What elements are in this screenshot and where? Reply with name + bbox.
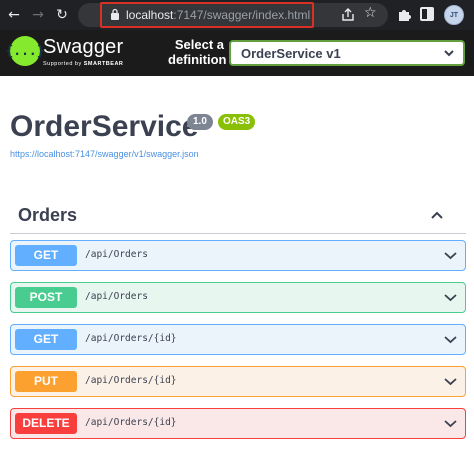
operation-get-order-by-id[interactable]: GET /api/Orders/{id}	[10, 324, 466, 355]
browser-toolbar: ← → ↻ localhost:7147/swagger/index.html …	[0, 0, 474, 30]
brand-name[interactable]: Swagger	[43, 36, 123, 59]
side-panel-icon[interactable]	[420, 7, 434, 21]
method-badge: GET	[15, 245, 77, 266]
definition-select[interactable]: OrderService v1	[229, 40, 465, 66]
chevron-down-icon[interactable]	[444, 419, 457, 428]
swagger-logo-icon[interactable]: {...}	[5, 36, 45, 66]
operation-delete-order[interactable]: DELETE /api/Orders/{id}	[10, 408, 466, 439]
chevron-down-icon[interactable]	[444, 335, 457, 344]
version-badge: 1.0	[187, 114, 213, 130]
operation-path: /api/Orders/{id}	[85, 417, 177, 428]
method-badge: GET	[15, 329, 77, 350]
spec-json-link[interactable]: https://localhost:7147/swagger/v1/swagge…	[10, 149, 199, 159]
chevron-down-icon[interactable]	[444, 377, 457, 386]
method-badge: PUT	[15, 371, 77, 392]
url-highlight-annotation	[100, 2, 314, 28]
extensions-icon[interactable]	[396, 7, 412, 23]
brand-sub-prefix: Supported by	[43, 61, 84, 67]
operation-post-orders[interactable]: POST /api/Orders	[10, 282, 466, 313]
share-icon[interactable]	[340, 7, 356, 23]
operation-put-order[interactable]: PUT /api/Orders/{id}	[10, 366, 466, 397]
brand-sub-company: SMARTBEAR	[83, 61, 124, 67]
method-badge: DELETE	[15, 413, 77, 434]
operation-path: /api/Orders	[85, 291, 148, 302]
star-icon[interactable]: ☆	[364, 5, 377, 21]
operation-path: /api/Orders	[85, 249, 148, 260]
section-divider	[10, 233, 466, 234]
profile-avatar[interactable]: JT	[444, 5, 464, 25]
back-arrow-icon[interactable]: ←	[4, 5, 24, 25]
chevron-down-icon	[444, 50, 454, 57]
section-title-orders[interactable]: Orders	[18, 205, 77, 226]
swagger-topbar: {...} Swagger Supported by SMARTBEAR Sel…	[0, 30, 474, 76]
chevron-down-icon[interactable]	[444, 293, 457, 302]
select-definition-label: Select a definition	[168, 37, 227, 67]
page-title: OrderService	[10, 110, 199, 143]
operation-get-orders[interactable]: GET /api/Orders	[10, 240, 466, 271]
brand-subtitle: Supported by SMARTBEAR	[43, 61, 123, 67]
method-badge: POST	[15, 287, 77, 308]
chevron-up-icon[interactable]	[430, 210, 444, 220]
reload-icon[interactable]: ↻	[52, 5, 72, 25]
oas-badge: OAS3	[218, 114, 256, 130]
operation-path: /api/Orders/{id}	[85, 333, 177, 344]
operation-path: /api/Orders/{id}	[85, 375, 177, 386]
definition-select-value: OrderService v1	[241, 46, 341, 61]
chevron-down-icon[interactable]	[444, 251, 457, 260]
forward-arrow-icon[interactable]: →	[28, 5, 48, 25]
